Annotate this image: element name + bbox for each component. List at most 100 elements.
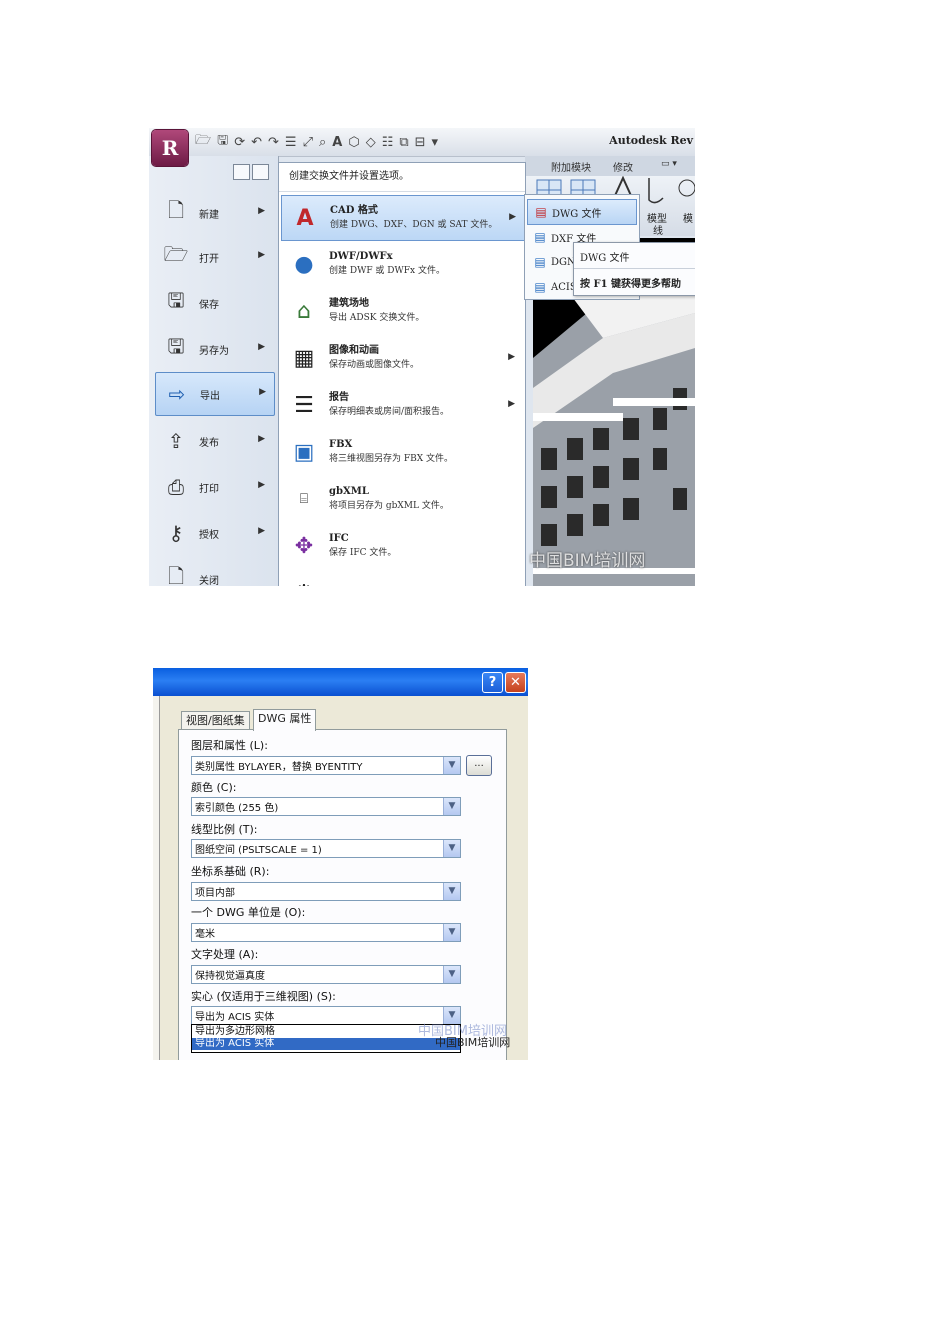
ribbon-toggle-icon[interactable]: ▭ ▾ [661, 159, 677, 169]
export-icon: ⇨ [168, 382, 186, 406]
export-item-desc: 保存动画或图像文件。 [329, 360, 420, 370]
tab-addins[interactable]: 附加模块 [551, 159, 591, 174]
close-windows-icon[interactable]: ⧉ [399, 135, 408, 150]
sync-icon[interactable]: ⟳ [234, 135, 245, 150]
field-label-dwg-unit: 一个 DWG 单位是 (O): [191, 906, 306, 919]
open-documents-icon[interactable] [252, 164, 269, 180]
export-item-desc: 将三维视图另存为 FBX 文件。 [329, 454, 453, 464]
export-item-title: FBX [329, 439, 353, 450]
menu-item-label: 打印 [199, 483, 219, 495]
export-item-gbxml[interactable]: ⌸ gbXML 将项目另存为 gbXML 文件。 [281, 477, 523, 521]
chevron-right-icon: ▶ [258, 434, 265, 444]
chevron-down-icon[interactable]: ▼ [443, 966, 460, 983]
dwg-unit-select[interactable]: 毫米 ▼ [191, 923, 461, 942]
export-item-options[interactable]: ⚙ 选项 [281, 571, 523, 587]
sat-file-icon: ▤ [534, 280, 546, 294]
export-item-desc: 导出 ADSK 交换文件。 [329, 313, 425, 323]
color-select[interactable]: 索引颜色 (255 色) ▼ [191, 797, 461, 816]
export-item-desc: 创建 DWG、DXF、DGN 或 SAT 文件。 [330, 220, 498, 230]
export-item-title: CAD 格式 [330, 205, 378, 216]
menu-item-open[interactable]: 🗁 打开 ▶ [155, 236, 273, 278]
tooltip-title: DWG 文件 [580, 253, 630, 264]
export-item-fbx[interactable]: ▣ FBX 将三维视图另存为 FBX 文件。 [281, 430, 523, 474]
export-item-ifc[interactable]: ✥ IFC 保存 IFC 文件。 [281, 524, 523, 568]
application-menu-button[interactable]: R [152, 130, 188, 166]
export-item-dwf[interactable]: ● DWF/DWFx 创建 DWF 或 DWFx 文件。 [281, 242, 523, 286]
open-icon[interactable]: 🗁 [195, 131, 211, 153]
chevron-down-icon[interactable]: ▼ [443, 924, 460, 941]
gbxml-icon: ⌸ [299, 491, 309, 507]
dropdown-arrow-icon[interactable]: ▾ [432, 135, 439, 150]
tooltip-help: 按 F1 键获得更多帮助 [580, 279, 682, 290]
chevron-right-icon: ▶ [258, 342, 265, 352]
field-label-coordinate-basis: 坐标系基础 (R): [191, 865, 270, 878]
export-item-desc: 保存 IFC 文件。 [329, 548, 397, 558]
field-label-color: 颜色 (C): [191, 781, 237, 794]
export-item-title: 建筑场地 [329, 298, 369, 309]
menu-item-new[interactable]: 🗋 新建 ▶ [155, 192, 273, 234]
tab-dwg-properties[interactable]: DWG 属性 [253, 709, 317, 731]
export-item-title: 图像和动画 [329, 345, 379, 356]
redo-icon[interactable]: ↷ [268, 135, 279, 150]
option-acis-solid[interactable]: 导出为 ACIS 实体 [192, 1038, 460, 1050]
chevron-right-icon: ▶ [258, 250, 265, 260]
export-item-reports[interactable]: ☰ 报告 保存明细表或房间/面积报告。 ▶ [281, 383, 523, 427]
export-item-desc: 保存明细表或房间/面积报告。 [329, 407, 450, 417]
chevron-right-icon: ▶ [509, 212, 516, 222]
revit-application-menu-screenshot: 🗁 🖫 ⟳ ↶ ↷ ☰ ⤢ ⌕ A ⬡ ◇ ☷ ⧉ ⊟ ▾ Autodesk R… [149, 128, 695, 586]
menu-item-save[interactable]: 🖫 保存 [155, 282, 273, 324]
options-icon: ⚙ [289, 578, 319, 587]
coordinate-basis-select[interactable]: 项目内部 ▼ [191, 882, 461, 901]
undo-icon[interactable]: ↶ [251, 135, 262, 150]
3d-view-icon[interactable]: ⬡ [348, 135, 359, 150]
tab-modify[interactable]: 修改 [613, 159, 633, 174]
menu-item-label: 新建 [199, 209, 219, 221]
report-icon: ☰ [294, 392, 314, 418]
text-icon[interactable]: A [332, 135, 342, 150]
measure-icon[interactable]: ☰ [285, 135, 297, 150]
text-treatment-select[interactable]: 保持视觉逼真度 ▼ [191, 965, 461, 984]
quick-access-icons: 🗁 🖫 ⟳ ↶ ↷ ☰ ⤢ ⌕ A ⬡ ◇ ☷ ⧉ ⊟ ▾ [195, 133, 438, 151]
export-item-title: IFC [329, 533, 349, 544]
save-icon[interactable]: 🖫 [217, 131, 228, 153]
menu-item-export[interactable]: ⇨ 导出 ▶ [155, 372, 275, 416]
chevron-down-icon[interactable]: ▼ [443, 798, 460, 815]
chevron-down-icon[interactable]: ▼ [443, 840, 460, 857]
linetype-scale-select[interactable]: 图纸空间 (PSLTSCALE = 1) ▼ [191, 839, 461, 858]
help-button[interactable]: ? [482, 672, 503, 693]
chevron-down-icon[interactable]: ▼ [443, 883, 460, 900]
fbx-icon: ▣ [293, 439, 315, 465]
menu-item-save-as[interactable]: 🖫 另存为 ▶ [155, 328, 273, 370]
switch-windows-icon[interactable]: ⊟ [415, 135, 426, 150]
menu-item-label: 另存为 [199, 345, 229, 357]
section-icon[interactable]: ◇ [366, 135, 376, 150]
layers-select[interactable]: 类别属性 BYLAYER，替换 BYENTITY ▼ [191, 756, 461, 775]
export-item-images-animations[interactable]: ▦ 图像和动画 保存动画或图像文件。 ▶ [281, 336, 523, 380]
close-button[interactable]: ✕ [505, 672, 526, 693]
dwg-export-dialog-screenshot: ? ✕ 视图/图纸集 DWG 属性 图层和属性 (L): 类别属性 BYLAYE… [153, 668, 528, 1060]
dimension-icon[interactable]: ⤢ [303, 135, 313, 150]
menu-item-label: 保存 [199, 299, 219, 311]
export-item-cad-formats[interactable]: A CAD 格式创建 DWG、DXF、DGN 或 SAT 文件。 ▶ [281, 195, 525, 241]
menu-item-close[interactable]: 🗋 关闭 [155, 558, 273, 586]
select-value: 导出为 ACIS 实体 [195, 1012, 275, 1023]
menu-item-license[interactable]: ⚷ 授权 ▶ [155, 512, 273, 554]
tab-views-sheets[interactable]: 视图/图纸集 [181, 711, 250, 730]
cad-format-icon: A [296, 205, 314, 231]
film-icon: ▦ [293, 345, 315, 371]
printer-icon: ⎙ [168, 475, 184, 499]
building-site-icon: ⌂ [297, 298, 311, 324]
tag-icon[interactable]: ⌕ [319, 135, 326, 150]
dialog-titlebar: ? ✕ [153, 668, 528, 696]
globe-icon: ● [294, 251, 314, 277]
thin-lines-icon[interactable]: ☷ [382, 135, 394, 150]
field-label-linetype-scale: 线型比例 (T): [191, 823, 258, 836]
chevron-down-icon[interactable]: ▼ [443, 757, 460, 774]
export-item-building-site[interactable]: ⌂ 建筑场地导出 ADSK 交换文件。 [281, 289, 523, 333]
layers-settings-button[interactable]: ... [466, 755, 492, 776]
menu-item-print[interactable]: ⎙ 打印 ▶ [155, 466, 273, 508]
menu-item-publish[interactable]: ⇪ 发布 ▶ [155, 420, 273, 462]
export-item-title: 选项 [329, 586, 349, 587]
submenu-item-dwg[interactable]: ▤ DWG 文件 [527, 199, 637, 225]
recent-documents-icon[interactable] [233, 164, 250, 180]
